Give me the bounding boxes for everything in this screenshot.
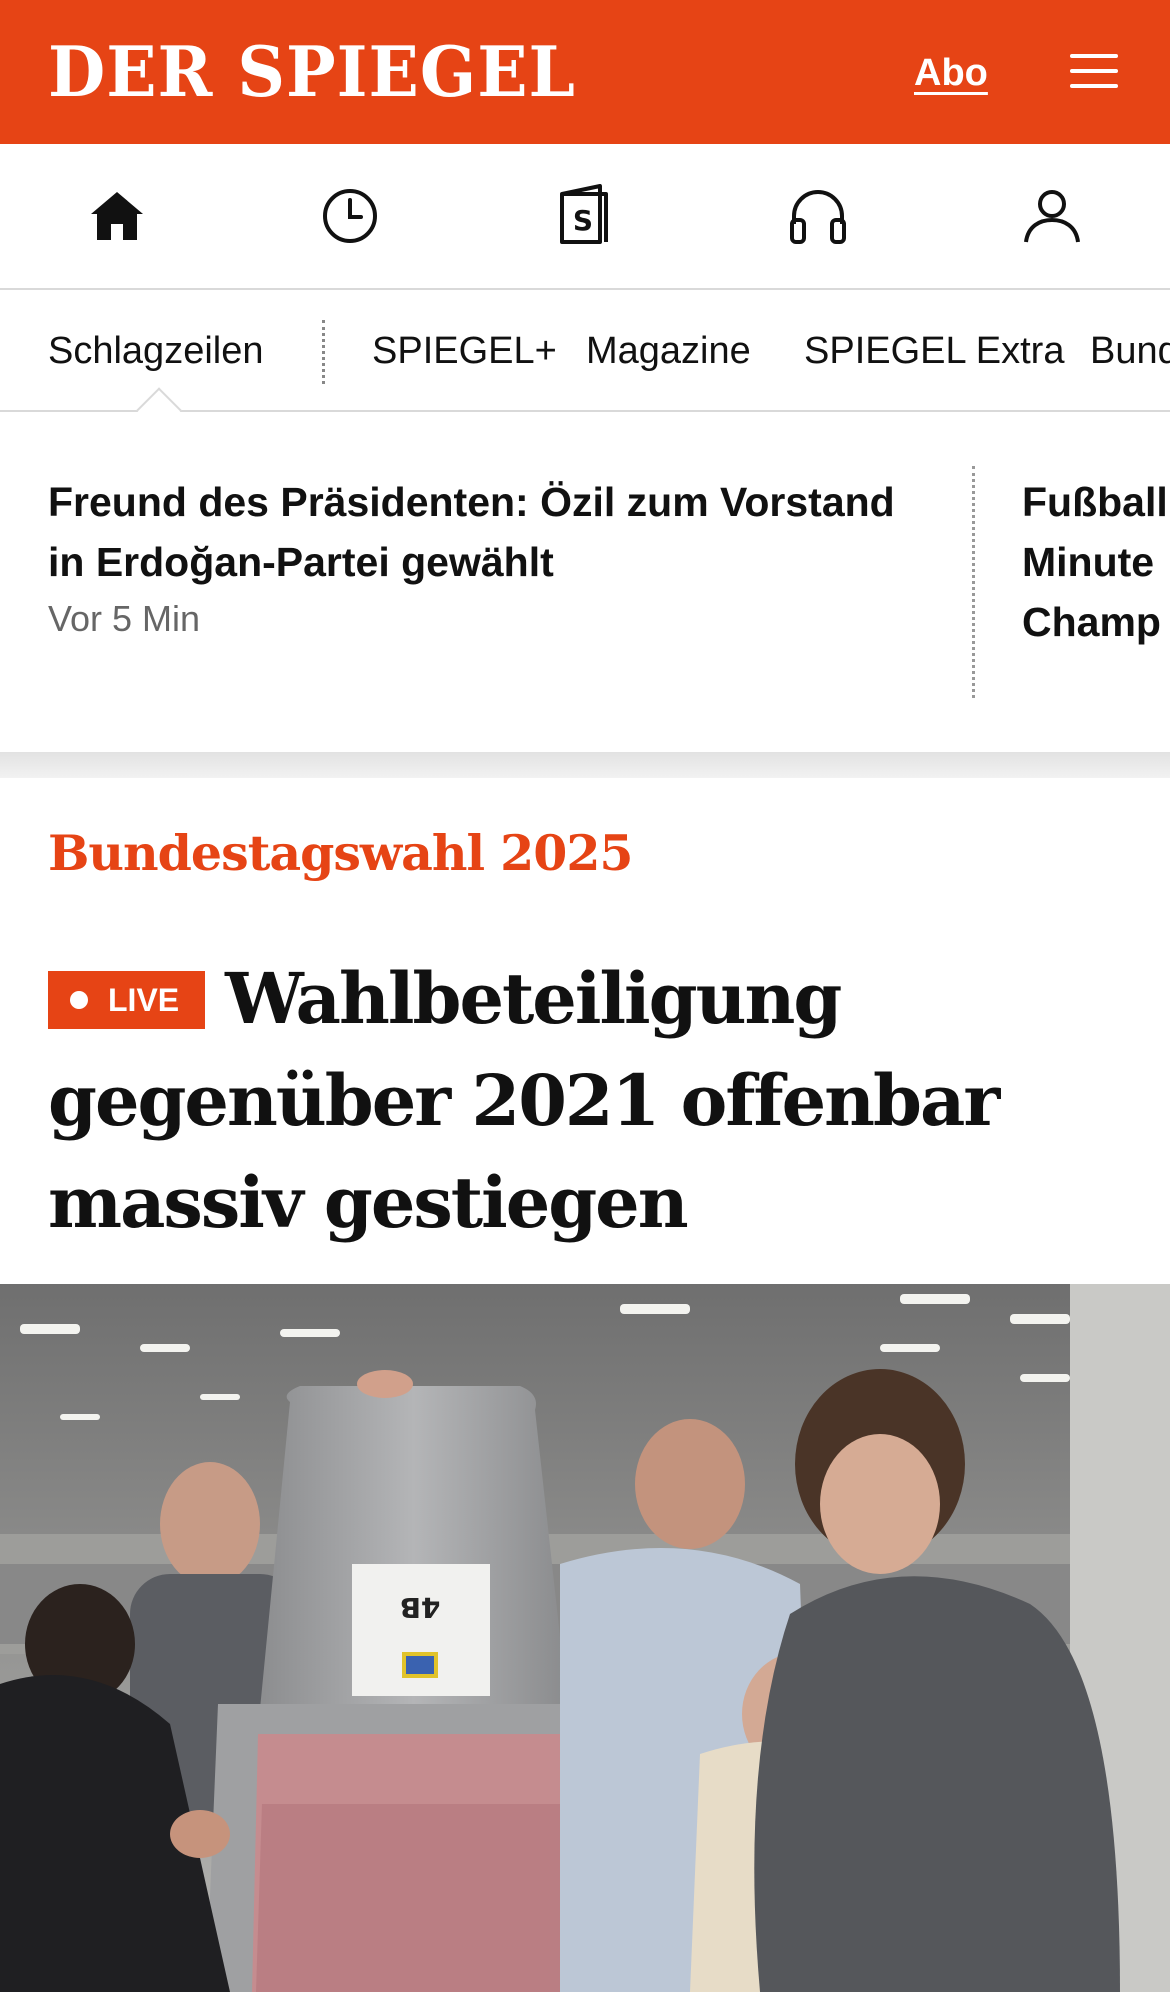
teaser-title-line: Fußball <box>1022 479 1168 525</box>
nav-item-spiegel-extra[interactable]: SPIEGEL Extra <box>804 328 1064 374</box>
teaser-card-partial[interactable]: Fußball Minute Champ <box>1022 472 1170 652</box>
nav-item-schlagzeilen[interactable]: Schlagzeilen <box>48 328 263 374</box>
live-badge: LIVE <box>48 971 206 1029</box>
section-navigation: Schlagzeilen SPIEGEL+ Magazine SPIEGEL E… <box>0 290 1170 412</box>
clock-icon[interactable] <box>318 184 382 248</box>
article-photo[interactable]: 4B <box>0 1284 1170 1992</box>
election-count-illustration: 4B <box>0 1284 1170 1992</box>
teaser-title-line: Champ <box>1022 599 1161 645</box>
icon-navigation: S <box>0 144 1170 290</box>
nav-item-spiegel-plus[interactable]: SPIEGEL+ <box>372 328 557 374</box>
teaser-card[interactable]: Freund des Präsidenten: Özil zum Vorstan… <box>48 472 928 644</box>
live-dot-icon <box>70 991 88 1009</box>
section-separator <box>0 752 1170 778</box>
spiegel-plus-icon[interactable]: S <box>552 184 616 248</box>
svg-text:S: S <box>573 204 593 237</box>
home-icon[interactable] <box>85 184 149 248</box>
nav-divider <box>322 320 325 384</box>
article-headline[interactable]: LIVE Wahlbeteiligung gegenüber 2021 offen… <box>48 948 1128 1254</box>
nav-item-bundestagswahl[interactable]: Bundestagswahl <box>1090 328 1170 374</box>
teaser-divider <box>972 466 975 698</box>
nav-item-magazine[interactable]: Magazine <box>586 328 751 374</box>
top-bar: DER SPIEGEL Abo <box>0 0 1170 144</box>
live-badge-label: LIVE <box>108 982 180 1018</box>
abo-link[interactable]: Abo <box>914 50 988 96</box>
menu-icon[interactable] <box>1070 52 1120 92</box>
article-kicker[interactable]: Bundestagswahl 2025 <box>48 822 634 884</box>
user-icon[interactable] <box>1020 184 1084 248</box>
headline-teaser-strip[interactable]: Freund des Präsidenten: Özil zum Vorstan… <box>0 412 1170 752</box>
teaser-time: Vor 5 Min <box>48 598 201 639</box>
teaser-title[interactable]: Freund des Präsidenten: Özil zum Vorstan… <box>48 472 928 592</box>
headphones-icon[interactable] <box>786 184 850 248</box>
teaser-title-line: Minute <box>1022 539 1155 585</box>
spiegel-logo[interactable]: DER SPIEGEL <box>48 30 576 114</box>
ballot-box-label: 4B <box>400 1591 441 1624</box>
